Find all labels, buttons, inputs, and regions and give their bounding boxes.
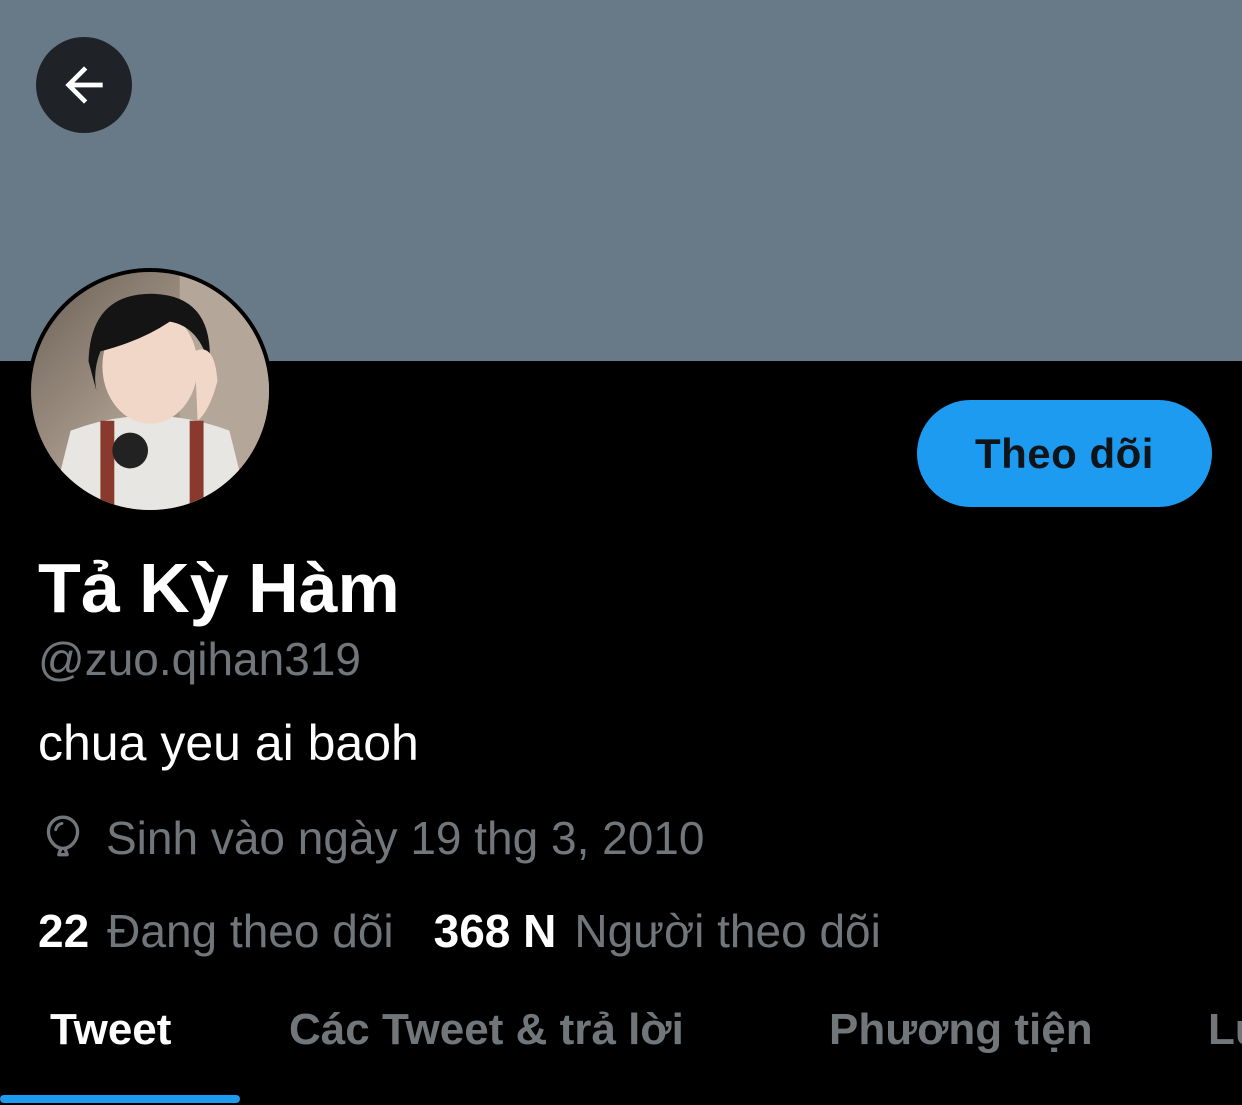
profile-tabs: Tweet Các Tweet & trả lời Phương tiện Lư… bbox=[0, 985, 1242, 1105]
birthday-row: Sinh vào ngày 19 thg 3, 2010 bbox=[38, 810, 704, 866]
active-tab-indicator bbox=[0, 1095, 240, 1103]
profile-page: Theo dõi Tả Kỳ Hàm @zuo.qihan319 chua ye… bbox=[0, 0, 1242, 1105]
tab-tweets-and-replies[interactable]: Các Tweet & trả lời bbox=[289, 985, 684, 1075]
arrow-left-icon bbox=[65, 66, 103, 104]
avatar[interactable] bbox=[27, 268, 273, 514]
avatar-image bbox=[31, 272, 269, 510]
following-label[interactable]: Đang theo dõi bbox=[107, 904, 393, 958]
following-count[interactable]: 22 bbox=[38, 904, 89, 958]
followers-label[interactable]: Người theo dõi bbox=[574, 904, 880, 958]
tab-media[interactable]: Phương tiện bbox=[829, 985, 1093, 1075]
follow-button[interactable]: Theo dõi bbox=[917, 400, 1212, 507]
follow-stats: 22 Đang theo dõi 368 N Người theo dõi bbox=[38, 902, 881, 960]
profile-handle: @zuo.qihan319 bbox=[38, 633, 361, 685]
followers-count[interactable]: 368 N bbox=[434, 904, 557, 958]
tab-tweet[interactable]: Tweet bbox=[50, 985, 171, 1075]
tab-likes[interactable]: Lượt thích bbox=[1208, 985, 1242, 1075]
profile-name: Tả Kỳ Hàm bbox=[38, 549, 400, 627]
back-button[interactable] bbox=[36, 37, 132, 133]
profile-bio: chua yeu ai baoh bbox=[38, 715, 419, 771]
balloon-icon bbox=[46, 815, 80, 857]
birthday-text: Sinh vào ngày 19 thg 3, 2010 bbox=[106, 812, 705, 864]
